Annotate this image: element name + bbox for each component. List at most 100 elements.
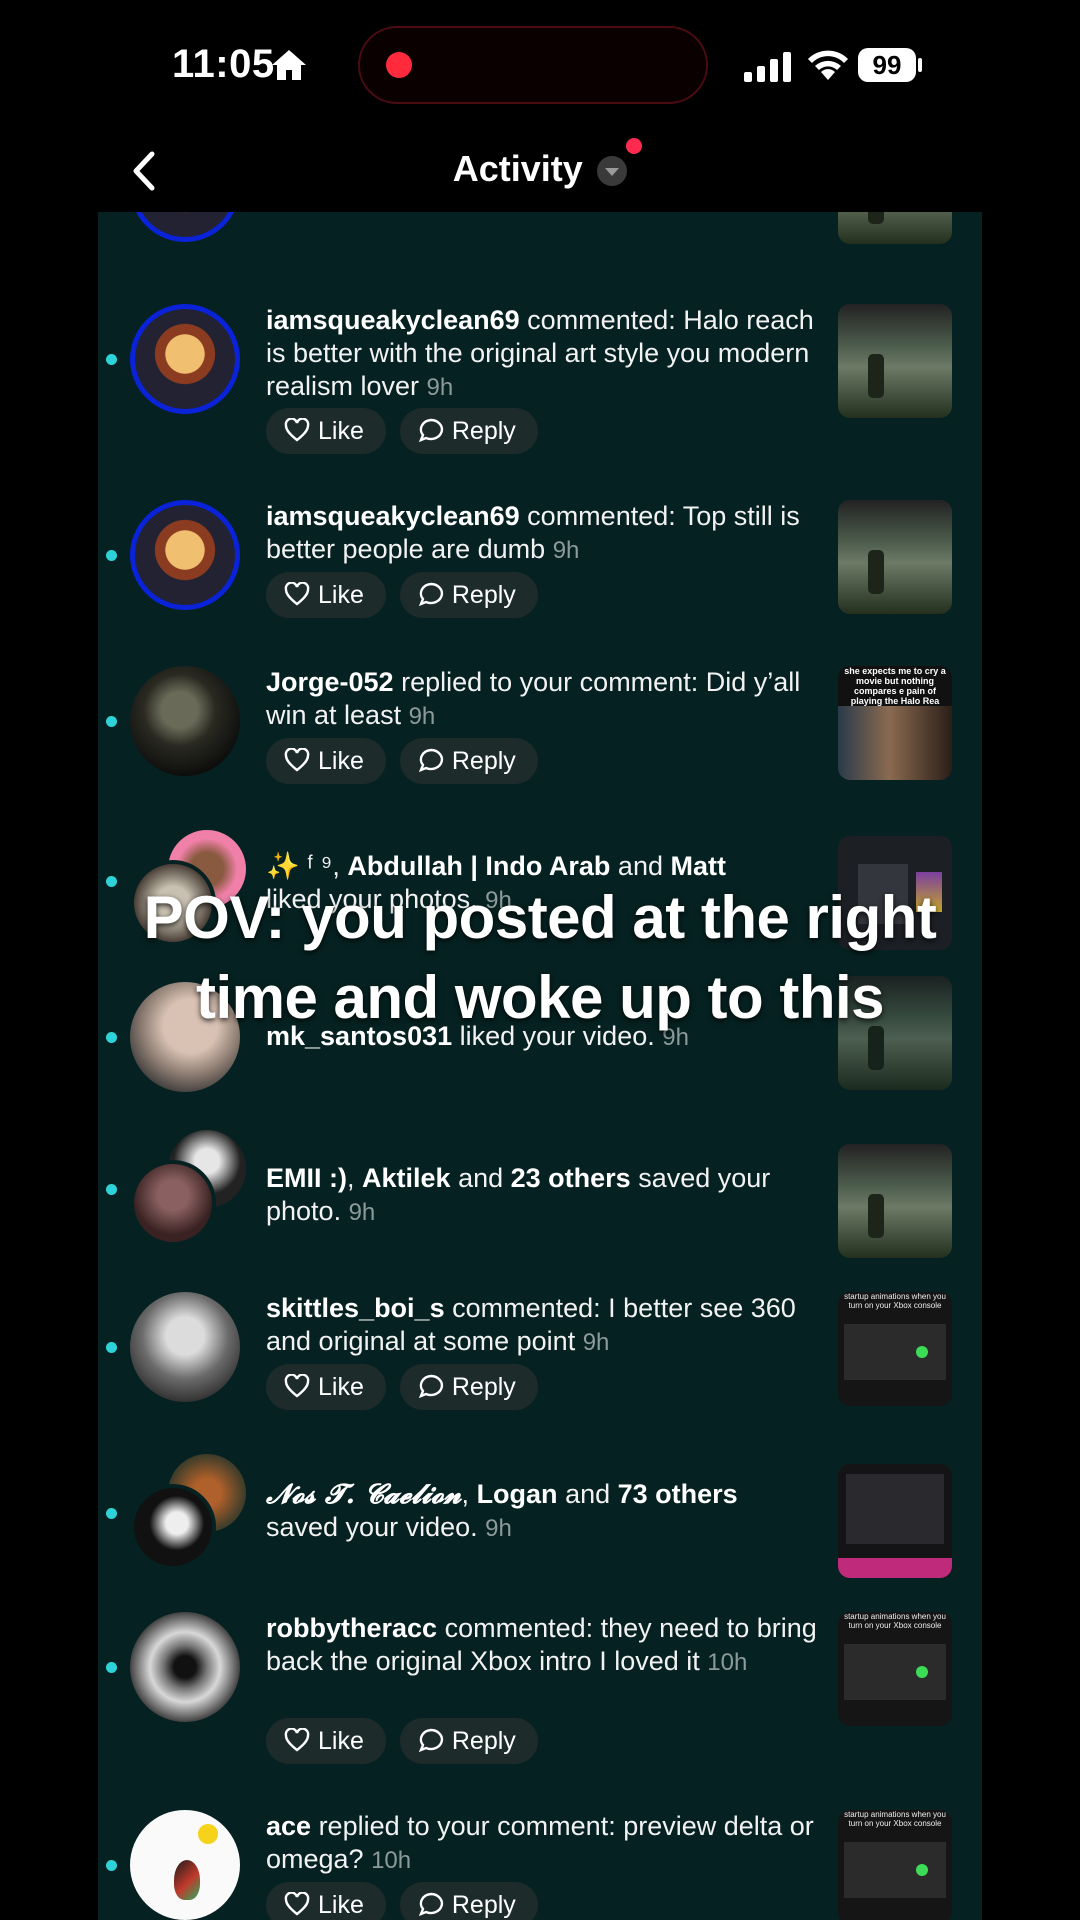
- xbox-logo-icon: [916, 1666, 928, 1678]
- list-item[interactable]: Jorge-052 replied to your comment: Did y…: [98, 656, 982, 786]
- avatar[interactable]: [130, 666, 240, 776]
- activity-list[interactable]: Like Reply iamsqueakyclean69 commented: H…: [98, 212, 982, 1920]
- heart-icon: [284, 581, 310, 606]
- activity-text: 𝓝𝓸𝓼 𝓣. 𝓒𝓪𝓮𝓵𝓲𝓸𝓷, Logan and 73 others saved…: [266, 1479, 738, 1542]
- heart-icon: [284, 1727, 310, 1752]
- post-thumbnail[interactable]: [838, 212, 952, 244]
- action-buttons: Like Reply: [266, 572, 552, 618]
- thumbnail-screen: [844, 1324, 946, 1380]
- post-thumbnail[interactable]: startup animations when you turn on your…: [838, 1612, 952, 1726]
- list-item[interactable]: iamsqueakyclean69 commented: Halo reach …: [98, 294, 982, 454]
- title-dropdown[interactable]: Activity: [0, 148, 1080, 190]
- unread-dot: [106, 1662, 117, 1673]
- like-button[interactable]: Like: [266, 1364, 386, 1410]
- thumbnail-caption: startup animations when you turn on your…: [844, 1810, 946, 1828]
- timestamp: 9h: [408, 703, 436, 730]
- list-item[interactable]: skittles_boi_s commented: I better see 3…: [98, 1282, 982, 1442]
- chevron-down-icon[interactable]: [597, 156, 628, 186]
- avatar[interactable]: [130, 1612, 240, 1722]
- avatar-group[interactable]: [130, 1126, 250, 1246]
- unread-dot: [106, 1508, 117, 1519]
- list-item[interactable]: robbytheracc commented: they need to bri…: [98, 1602, 982, 1772]
- avatar[interactable]: [130, 1292, 240, 1402]
- reply-button[interactable]: Reply: [399, 572, 538, 618]
- avatar[interactable]: [130, 212, 240, 242]
- post-thumbnail[interactable]: [838, 500, 952, 614]
- activity-text: ace replied to your comment: preview del…: [266, 1811, 814, 1874]
- unread-dot: [106, 1342, 117, 1353]
- action-buttons: Like Reply: [266, 1718, 552, 1764]
- like-button[interactable]: Like: [266, 408, 386, 454]
- battery-level: 99: [858, 48, 916, 82]
- avatar[interactable]: [130, 304, 240, 414]
- speech-bubble-icon: [418, 1729, 443, 1753]
- like-button[interactable]: Like: [266, 738, 386, 784]
- post-thumbnail[interactable]: [838, 1144, 952, 1258]
- thumbnail-screen: [844, 1644, 946, 1700]
- post-thumbnail[interactable]: startup animations when you turn on your…: [838, 1292, 952, 1406]
- notification-dot: [626, 138, 642, 154]
- list-item[interactable]: iamsqueakyclean69 commented: Top still i…: [98, 490, 982, 620]
- overlay-caption-line-2: time and woke up to this: [195, 964, 885, 1031]
- list-item[interactable]: EMII :), Aktilek and 23 others saved you…: [98, 1126, 982, 1258]
- username: Abdullah | Indo Arab: [347, 851, 611, 881]
- activity-text: iamsqueakyclean69 commented: Halo reach …: [266, 305, 814, 401]
- unread-dot: [106, 1184, 117, 1195]
- avatar: [130, 1484, 216, 1570]
- reply-button[interactable]: Reply: [399, 408, 538, 454]
- post-thumbnail[interactable]: startup animations when you turn on your…: [838, 1810, 952, 1920]
- avatar[interactable]: [130, 500, 240, 610]
- reply-button[interactable]: Reply: [399, 738, 538, 784]
- action-buttons: Like Reply: [266, 408, 552, 454]
- timestamp: 9h: [582, 1329, 610, 1356]
- like-button[interactable]: Like: [266, 572, 386, 618]
- activity-header: Activity: [0, 130, 1080, 212]
- unread-dot: [106, 1860, 117, 1871]
- heart-icon: [284, 1373, 310, 1398]
- username: Matt: [670, 851, 726, 881]
- post-thumbnail[interactable]: [838, 1464, 952, 1578]
- unread-dot: [106, 716, 117, 727]
- speech-bubble-icon: [418, 1375, 443, 1399]
- thumbnail-screen: [846, 1474, 944, 1544]
- speech-bubble-icon: [418, 749, 443, 773]
- username: iamsqueakyclean69: [266, 305, 520, 335]
- xbox-logo-icon: [916, 1864, 928, 1876]
- avatar[interactable]: [130, 1810, 240, 1920]
- heart-icon: [284, 417, 310, 442]
- list-item[interactable]: 𝓝𝓸𝓼 𝓣. 𝓒𝓪𝓮𝓵𝓲𝓸𝓷, Logan and 73 others saved…: [98, 1450, 982, 1580]
- thumbnail-scene: [838, 706, 952, 780]
- action-buttons: Like Reply: [266, 1364, 552, 1410]
- recording-indicator-icon: [386, 52, 412, 78]
- reply-button[interactable]: Reply: [399, 1718, 538, 1764]
- avatar: [130, 1160, 216, 1246]
- activity-text: skittles_boi_s commented: I better see 3…: [266, 1293, 796, 1356]
- timestamp: 9h: [485, 1515, 512, 1542]
- battery-cap: [918, 58, 922, 72]
- list-item[interactable]: ace replied to your comment: preview del…: [98, 1800, 982, 1920]
- username: 𝓝𝓸𝓼 𝓣. 𝓒𝓪𝓮𝓵𝓲𝓸𝓷: [266, 1479, 462, 1510]
- activity-text: Jorge-052 replied to your comment: Did y…: [266, 667, 801, 730]
- like-button[interactable]: Like: [266, 1882, 386, 1920]
- unread-dot: [106, 550, 117, 561]
- reply-button[interactable]: Reply: [399, 1882, 538, 1920]
- reply-button[interactable]: Reply: [399, 1364, 538, 1410]
- speech-bubble-icon: [418, 419, 443, 443]
- others-count: 73 others: [617, 1479, 738, 1509]
- timestamp: 9h: [552, 537, 580, 564]
- post-thumbnail[interactable]: she expects me to cry a movie but nothin…: [838, 666, 952, 780]
- username: Jorge-052: [266, 667, 394, 697]
- like-button[interactable]: Like: [266, 1718, 386, 1764]
- avatar-group[interactable]: [130, 1450, 250, 1570]
- heart-icon: [284, 1891, 310, 1916]
- speech-bubble-icon: [418, 1893, 443, 1917]
- heart-icon: [284, 747, 310, 772]
- status-bar: 11:05 99: [0, 0, 1080, 130]
- cellular-signal-icon: [744, 52, 791, 82]
- speech-bubble-icon: [418, 583, 443, 607]
- home-icon: [272, 50, 306, 80]
- thumbnail-caption: startup animations when you turn on your…: [844, 1292, 946, 1310]
- page-title: Activity: [452, 148, 583, 189]
- post-thumbnail[interactable]: [838, 304, 952, 418]
- thumbnail-screen: [844, 1842, 946, 1898]
